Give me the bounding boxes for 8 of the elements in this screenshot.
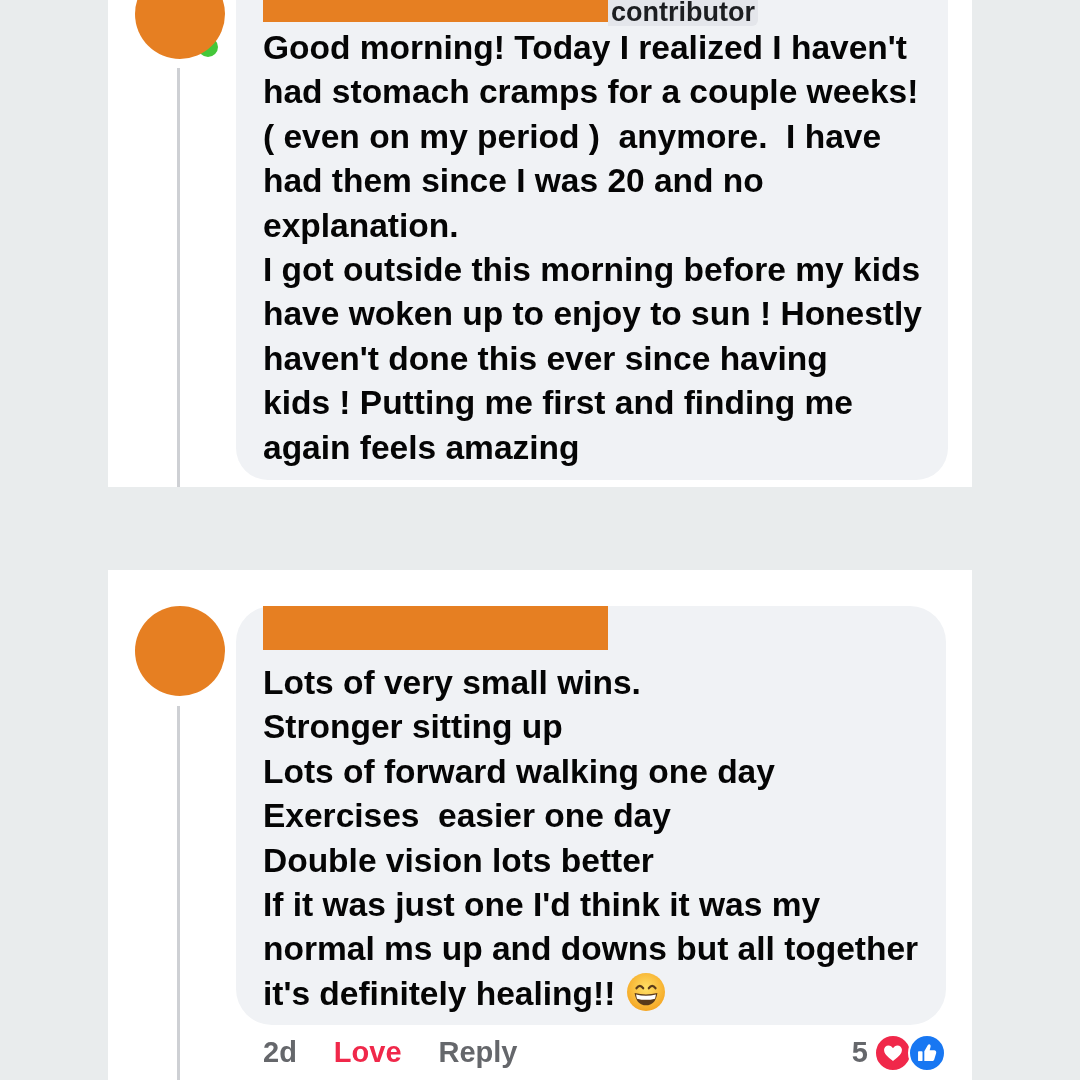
reply-link[interactable]: Reply: [438, 1030, 518, 1075]
comment-time: 2d: [263, 1034, 297, 1070]
reaction-count: 5: [851, 1034, 868, 1070]
contributor-badge: contributor: [608, 0, 758, 26]
grinning-face-icon: [627, 972, 666, 1011]
comment-text: Lots of very small wins. Stronger sitting up Lots of forward walking one day Exercises easier one day Double vision lots better If it was just one I'd think it was my normal ms up and downs but all together it's definitely healing!!: [263, 663, 920, 1014]
comment-text: Good morning! Today I realized I haven't had stomach cramps for a couple weeks! ( even on my period ) anymore. I have had them since I was 20 and no explanation. I got outside this morning before my kids have woken up to enjoy to sun ! Honestly haven't done this ever since having kids ! Putting me first and finding me again feels amazing: [263, 28, 923, 468]
love-reaction-link[interactable]: Love: [333, 1030, 402, 1075]
